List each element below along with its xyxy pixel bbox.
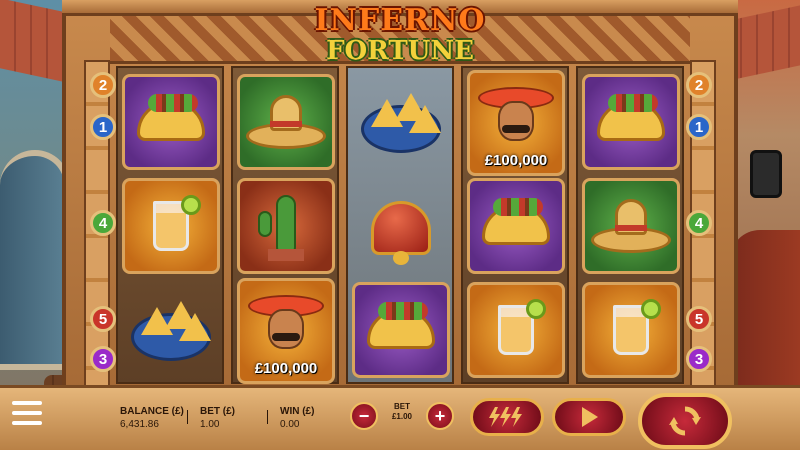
- refresh-icon: [669, 406, 701, 436]
- payline-marker-left: 1: [90, 114, 116, 140]
- reel-2: £100,000: [231, 66, 339, 384]
- bell-icon: [371, 201, 431, 255]
- win-value: 0.00: [280, 418, 300, 430]
- symbol-cactus: [237, 178, 335, 274]
- balance-display: BALANCE (£) 6,431.86: [120, 406, 184, 431]
- payline-marker-right: 1: [686, 114, 712, 140]
- reel-4: £100,000: [461, 66, 569, 384]
- hamburger-icon[interactable]: [12, 401, 42, 427]
- prize-value: £100,000: [484, 152, 548, 169]
- payline-marker-left: 4: [90, 210, 116, 236]
- taco-icon: [367, 302, 435, 349]
- payline-marker-right: 5: [686, 306, 712, 332]
- bet-value: 1.00: [200, 418, 220, 430]
- symbol-margarita: [122, 178, 220, 274]
- turbo-button[interactable]: [470, 398, 544, 436]
- logo-title-line1: INFERNO: [314, 3, 486, 38]
- balance-value: 6,431.86: [120, 418, 159, 430]
- symbol-taco: [122, 74, 220, 170]
- reels-area: £100,000 £100,000: [116, 66, 684, 384]
- symbol-taco: [582, 74, 680, 170]
- symbol-taco: [352, 282, 450, 378]
- symbol-sombrero: [582, 178, 680, 274]
- autoplay-button[interactable]: [552, 398, 626, 436]
- symbol-nachos: [122, 282, 220, 378]
- divider: [187, 410, 188, 424]
- payline-marker-left: 5: [90, 306, 116, 332]
- payline-marker-left: 3: [90, 346, 116, 372]
- play-icon: [582, 407, 598, 427]
- game-logo: INFERNO FORTUNE: [300, 2, 500, 74]
- logo-title-line2: FORTUNE: [326, 36, 474, 66]
- bet-display: BET (£) 1.00: [200, 406, 235, 431]
- symbol-bell: [352, 178, 450, 274]
- taco-icon: [597, 94, 665, 141]
- symbol-margarita: [467, 282, 565, 378]
- lantern-icon: [750, 150, 782, 198]
- balance-label: BALANCE (£): [120, 406, 184, 417]
- reel-3: [346, 66, 454, 384]
- symbol-mariachi-prize: £100,000: [237, 278, 335, 384]
- symbol-mariachi-prize: £100,000: [467, 70, 565, 176]
- bet-label: BET (£): [200, 406, 235, 417]
- increase-bet-button[interactable]: +: [426, 402, 454, 430]
- decrease-bet-button[interactable]: −: [350, 402, 378, 430]
- stake-value: £1.00: [391, 411, 413, 421]
- payline-marker-right: 2: [686, 72, 712, 98]
- reel-1: [116, 66, 224, 384]
- reel-5: [576, 66, 684, 384]
- symbol-sombrero: [237, 74, 335, 170]
- stake-display: BET £1.00: [387, 402, 417, 421]
- win-display: WIN (£) 0.00: [280, 406, 314, 431]
- symbol-margarita: [582, 282, 680, 378]
- payline-marker-right: 3: [686, 346, 712, 372]
- arched-doorway: [0, 150, 70, 370]
- taco-icon: [137, 94, 205, 141]
- symbol-nachos: [352, 74, 450, 170]
- win-label: WIN (£): [280, 406, 315, 417]
- stake-label: BET: [394, 402, 410, 411]
- divider: [267, 410, 268, 424]
- wooden-door: [730, 230, 800, 390]
- prize-value: £100,000: [254, 360, 318, 377]
- payline-marker-right: 4: [686, 210, 712, 236]
- lightning-icon: [489, 407, 522, 427]
- cactus-icon: [276, 195, 296, 257]
- spin-button[interactable]: [638, 393, 732, 449]
- symbol-taco: [467, 178, 565, 274]
- payline-marker-left: 2: [90, 72, 116, 98]
- taco-icon: [482, 198, 550, 245]
